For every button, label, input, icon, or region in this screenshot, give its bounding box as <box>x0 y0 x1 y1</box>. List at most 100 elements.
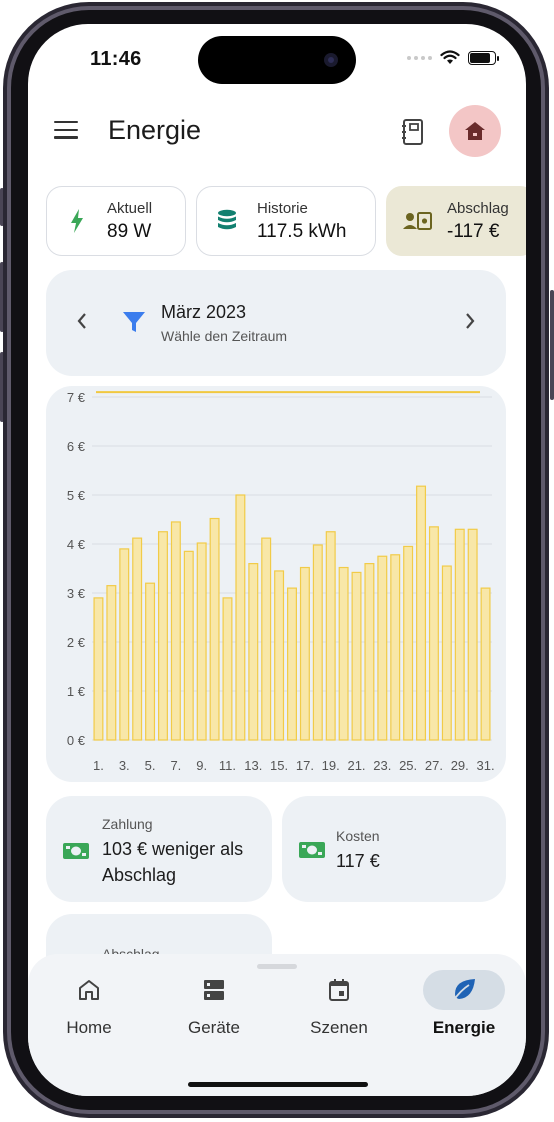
hamburger-icon[interactable] <box>54 121 78 139</box>
bar-24 <box>390 554 401 741</box>
x-tick-label: 11. <box>219 758 236 773</box>
bar-16 <box>287 587 297 741</box>
home-button[interactable] <box>449 105 501 157</box>
screen: 11:46 Energie Aktuell 89 W Historie 117.… <box>28 24 526 1096</box>
card-zahlung[interactable]: Zahlung 103 € weniger als Abschlag <box>46 796 272 902</box>
y-tick-label: 6 € <box>67 439 86 454</box>
bar-4 <box>132 537 143 741</box>
bar-9 <box>196 542 207 741</box>
dynamic-island <box>198 36 356 84</box>
nav-item-szenen[interactable]: Szenen <box>284 970 394 1038</box>
chart-card: 0 € 1 € 2 € 3 € 4 € 5 € 6 € 7 € 1. 3. 5. 7. 9. 11. 13.… <box>46 386 506 782</box>
bar-26 <box>416 485 427 741</box>
bar-2 <box>106 585 117 741</box>
chevron-right-icon[interactable] <box>464 310 476 336</box>
calendar-icon <box>329 979 349 1001</box>
bar-6 <box>157 531 168 741</box>
nav-item-geraete[interactable]: Geräte <box>159 970 269 1038</box>
battery-icon <box>468 50 499 65</box>
chip-label: Historie <box>257 199 308 217</box>
bar-3 <box>119 548 130 741</box>
x-tick-label: 15. <box>270 758 288 773</box>
bar-31 <box>480 587 491 741</box>
card-kosten[interactable]: Kosten 117 € <box>282 796 506 902</box>
filter-icon[interactable] <box>122 310 146 334</box>
chip-abschlag[interactable]: Abschlag -117 € <box>386 186 526 256</box>
database-icon <box>218 209 236 230</box>
bar-22 <box>364 563 375 741</box>
x-tick-label: 23. <box>373 758 391 773</box>
home-icon <box>465 122 485 140</box>
x-tick-label: 29. <box>451 758 469 773</box>
y-tick-label: 1 € <box>67 684 86 699</box>
y-tick-label: 7 € <box>67 390 86 405</box>
bar-25 <box>403 545 414 741</box>
book-icon[interactable] <box>400 118 426 146</box>
card-label: Zahlung <box>102 816 153 832</box>
x-tick-label: 27. <box>425 758 443 773</box>
chip-value: 117.5 kWh <box>257 220 347 242</box>
period-subtitle: Wähle den Zeitraum <box>161 328 288 344</box>
card-value: 117 € <box>336 851 380 871</box>
home-icon <box>79 980 99 1000</box>
contact-card-icon <box>403 212 432 230</box>
x-tick-label: 9. <box>196 758 207 773</box>
bar-29 <box>454 528 465 741</box>
status-icons <box>407 50 499 65</box>
bar-5 <box>145 582 156 741</box>
nav-label: Energie <box>432 1018 496 1037</box>
chip-historie[interactable]: Historie 117.5 kWh <box>196 186 376 256</box>
power-button <box>550 290 554 400</box>
chip-aktuell[interactable]: Aktuell 89 W <box>46 186 186 256</box>
page-title: Energie <box>108 115 202 145</box>
bar-11 <box>222 597 233 741</box>
bar-7 <box>170 521 181 741</box>
period-selector: März 2023 Wähle den Zeitraum <box>46 270 506 376</box>
money-icon <box>299 842 325 858</box>
card-value-line2: Abschlag <box>102 865 177 885</box>
bar-14 <box>261 537 272 741</box>
x-tick-label: 31. <box>477 758 495 773</box>
x-tick-label: 1. <box>93 758 104 773</box>
cost-bar-chart: 0 € 1 € 2 € 3 € 4 € 5 € 6 € 7 € 1. 3. 5. 7. 9. 11. 13.… <box>67 390 495 773</box>
bar-23 <box>377 555 388 741</box>
nav-item-home[interactable]: Home <box>34 970 144 1038</box>
bar-19 <box>325 531 336 741</box>
bar-20 <box>338 566 349 741</box>
bolt-icon <box>71 209 83 233</box>
status-time: 11:46 <box>90 48 142 70</box>
nav-item-energie[interactable]: Energie <box>409 970 519 1038</box>
bar-8 <box>183 550 194 741</box>
bar-21 <box>351 571 362 741</box>
leaf-icon <box>452 979 475 1002</box>
card-value-line1: 103 € weniger als <box>102 839 244 859</box>
drag-handle[interactable] <box>257 964 297 969</box>
nav-label: Geräte <box>188 1018 240 1037</box>
bar-28 <box>441 565 452 741</box>
chip-label: Abschlag <box>447 199 509 217</box>
y-tick-label: 3 € <box>67 586 86 601</box>
devices-icon <box>204 980 224 1000</box>
bar-17 <box>299 566 310 741</box>
bar-1 <box>93 597 104 741</box>
wifi-icon <box>440 50 460 64</box>
bar-30 <box>467 528 478 741</box>
x-tick-label: 19. <box>322 758 340 773</box>
bar-15 <box>274 570 285 741</box>
bar-18 <box>312 544 323 741</box>
bar-27 <box>428 526 439 741</box>
chip-value: -117 € <box>447 220 500 242</box>
bottom-navigation: Home Geräte Szenen Energie <box>28 954 526 1096</box>
money-icon <box>63 843 89 859</box>
y-tick-label: 2 € <box>67 635 86 650</box>
chevron-left-icon[interactable] <box>76 310 88 336</box>
x-tick-label: 13. <box>244 758 262 773</box>
bar-13 <box>248 563 259 741</box>
chip-value: 89 W <box>107 220 152 242</box>
phone-frame: 11:46 Energie Aktuell 89 W Historie 117.… <box>0 0 554 1122</box>
y-tick-label: 4 € <box>67 537 86 552</box>
period-title[interactable]: März 2023 <box>161 302 246 323</box>
x-tick-label: 5. <box>145 758 156 773</box>
nav-label: Home <box>66 1018 112 1037</box>
y-tick-label: 5 € <box>67 488 86 503</box>
